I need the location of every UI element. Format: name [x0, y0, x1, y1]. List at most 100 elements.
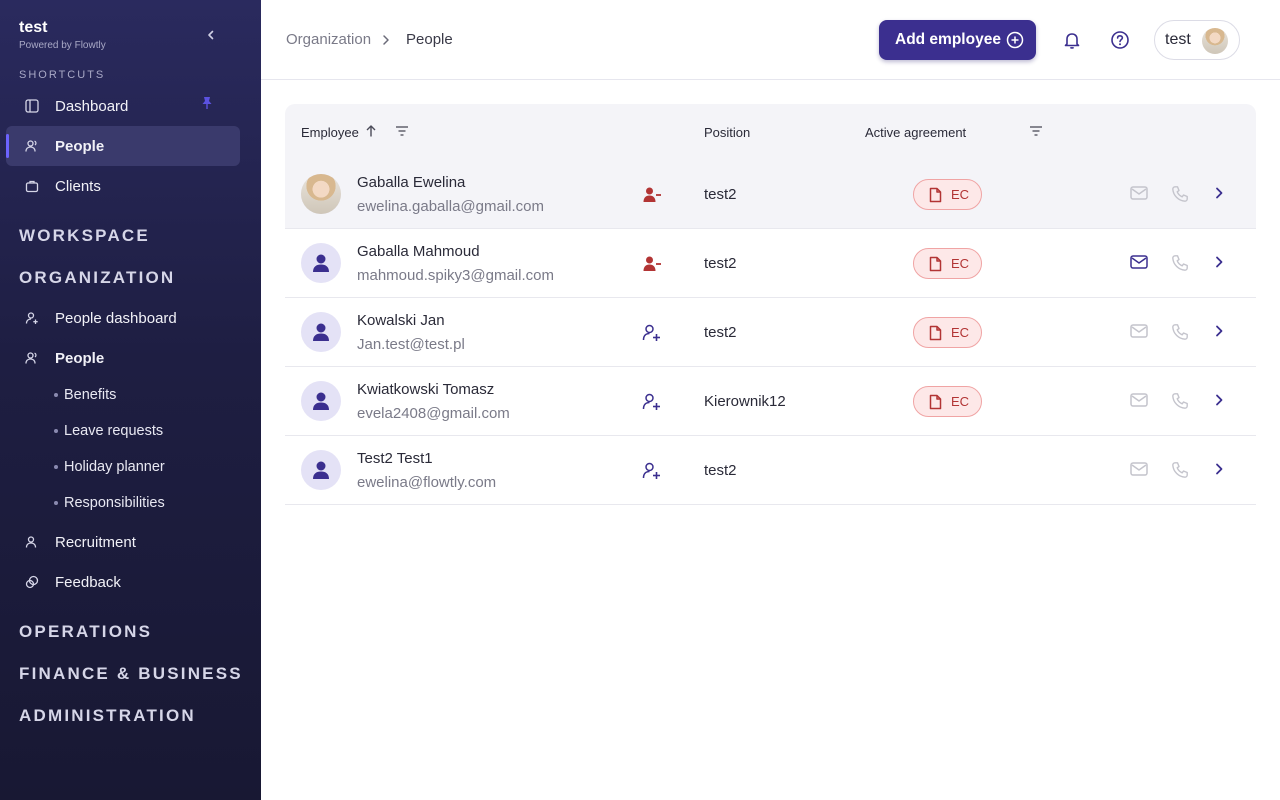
phone-icon[interactable]	[1171, 392, 1189, 415]
mail-icon[interactable]	[1130, 254, 1148, 275]
agreement-label: EC	[951, 256, 970, 271]
breadcrumb-organization[interactable]: Organization	[286, 31, 371, 48]
breadcrumb-current: People	[406, 31, 453, 48]
add-employee-label: Add employee	[895, 31, 1001, 48]
user-minus-icon[interactable]	[642, 185, 662, 210]
workspace-title: test	[19, 19, 48, 36]
sidebar-subitem-label: Holiday planner	[64, 459, 165, 475]
chevron-right-icon[interactable]	[1212, 393, 1226, 412]
sidebar-subitem-responsibilities[interactable]: Responsibilities	[54, 495, 165, 511]
section-organization[interactable]: ORGANIZATION	[19, 268, 175, 288]
phone-icon[interactable]	[1171, 323, 1189, 346]
table-row[interactable]: Kowalski Jan Jan.test@test.pl test2 EC	[285, 298, 1256, 367]
sidebar-item-people[interactable]: People	[6, 338, 240, 378]
user-minus-icon[interactable]	[642, 254, 662, 279]
sidebar-item-label: Recruitment	[55, 533, 136, 551]
filter-icon[interactable]	[395, 125, 409, 137]
user-plus-icon[interactable]	[642, 461, 662, 486]
section-workspace[interactable]: WORKSPACE	[19, 226, 150, 246]
top-header: Organization People Add employee test	[261, 0, 1280, 80]
bullet-dot	[54, 501, 58, 505]
employee-email: mahmoud.spiky3@gmail.com	[357, 267, 554, 284]
avatar-photo	[301, 174, 341, 214]
section-administration[interactable]: ADMINISTRATION	[19, 706, 196, 726]
sidebar-item-label: Feedback	[55, 573, 121, 591]
user-name: test	[1165, 31, 1191, 48]
mail-icon[interactable]	[1130, 323, 1148, 344]
add-employee-button[interactable]: Add employee	[879, 20, 1036, 60]
sidebar-subitem-benefits[interactable]: Benefits	[54, 387, 116, 403]
employee-email: ewelina@flowtly.com	[357, 474, 497, 491]
sidebar-subitem-holiday-planner[interactable]: Holiday planner	[54, 459, 165, 475]
sidebar-item-label: People	[55, 137, 105, 155]
sidebar-subitem-leave-requests[interactable]: Leave requests	[54, 423, 163, 439]
employee-email: Jan.test@test.pl	[357, 336, 465, 353]
avatar	[301, 381, 341, 421]
document-icon	[929, 256, 951, 272]
employee-name[interactable]: Kowalski Jan	[357, 312, 445, 329]
sidebar-item-clients[interactable]: Clients	[6, 166, 240, 206]
avatar	[301, 312, 341, 352]
agreement-badge[interactable]: EC	[913, 179, 982, 210]
user-plus-icon[interactable]	[642, 392, 662, 417]
people-icon	[24, 350, 40, 366]
column-employee[interactable]: Employee	[301, 125, 359, 140]
table-header: Employee Position Active agreement	[285, 104, 1256, 160]
section-finance-business[interactable]: FINANCE & BUSINESS	[19, 664, 243, 684]
briefcase-icon	[24, 178, 40, 194]
avatar	[301, 243, 341, 283]
table-row[interactable]: Gaballa Ewelina ewelina.gaballa@gmail.com…	[285, 160, 1256, 229]
agreement-badge[interactable]: EC	[913, 317, 982, 348]
agreement-badge[interactable]: EC	[913, 386, 982, 417]
section-operations[interactable]: OPERATIONS	[19, 622, 152, 642]
document-icon	[929, 325, 951, 341]
avatar	[301, 174, 341, 214]
collapse-sidebar-button[interactable]	[202, 26, 220, 44]
sidebar-item-label: Dashboard	[55, 97, 129, 115]
mail-icon[interactable]	[1130, 461, 1148, 482]
table-row[interactable]: Kwiatkowski Tomasz evela2408@gmail.com Kie…	[285, 367, 1256, 436]
mail-icon[interactable]	[1130, 185, 1148, 206]
user-plus-icon[interactable]	[642, 323, 662, 348]
column-position[interactable]: Position	[704, 125, 750, 140]
sidebar-subitem-label: Responsibilities	[64, 495, 165, 511]
column-active-agreement[interactable]: Active agreement	[865, 125, 966, 140]
filter-icon[interactable]	[1029, 125, 1043, 137]
sort-ascending-icon[interactable]	[364, 124, 378, 138]
sidebar-item-label: People	[55, 349, 105, 367]
table-row[interactable]: Gaballa Mahmoud mahmoud.spiky3@gmail.com t…	[285, 229, 1256, 298]
employee-name[interactable]: Gaballa Mahmoud	[357, 243, 480, 260]
pin-icon[interactable]	[200, 96, 214, 110]
sidebar-item-label: People dashboard	[55, 309, 177, 327]
people-table: Employee Position Active agreement Gabal…	[285, 104, 1256, 505]
layout-icon	[24, 98, 40, 114]
sidebar-subitem-label: Leave requests	[64, 423, 164, 439]
bell-icon[interactable]	[1062, 30, 1082, 50]
employee-position: test2	[704, 324, 737, 341]
employee-position: test2	[704, 186, 737, 203]
user-menu[interactable]: test	[1154, 20, 1240, 60]
person-icon	[310, 390, 332, 412]
chevron-right-icon[interactable]	[1212, 255, 1226, 274]
employee-position: test2	[704, 255, 737, 272]
employee-name[interactable]: Kwiatkowski Tomasz	[357, 381, 494, 398]
sidebar-item-feedback[interactable]: Feedback	[6, 562, 240, 602]
sidebar-item-people-shortcut[interactable]: People	[6, 126, 240, 166]
sidebar-subitem-label: Benefits	[64, 387, 117, 403]
employee-name[interactable]: Gaballa Ewelina	[357, 174, 465, 191]
phone-icon[interactable]	[1171, 461, 1189, 484]
employee-name[interactable]: Test2 Test1	[357, 450, 433, 467]
chevron-right-icon[interactable]	[1212, 324, 1226, 343]
agreement-badge[interactable]: EC	[913, 248, 982, 279]
chevron-right-icon[interactable]	[1212, 462, 1226, 481]
sidebar-item-recruitment[interactable]: Recruitment	[6, 522, 240, 562]
mail-icon[interactable]	[1130, 392, 1148, 413]
sidebar-item-people-dashboard[interactable]: People dashboard	[6, 298, 240, 338]
help-icon[interactable]	[1110, 30, 1130, 50]
feedback-icon	[24, 574, 40, 590]
table-row[interactable]: Test2 Test1 ewelina@flowtly.com test2	[285, 436, 1256, 505]
column-label: Employee	[301, 125, 359, 140]
phone-icon[interactable]	[1171, 254, 1189, 277]
phone-icon[interactable]	[1171, 185, 1189, 208]
chevron-right-icon[interactable]	[1212, 186, 1226, 205]
